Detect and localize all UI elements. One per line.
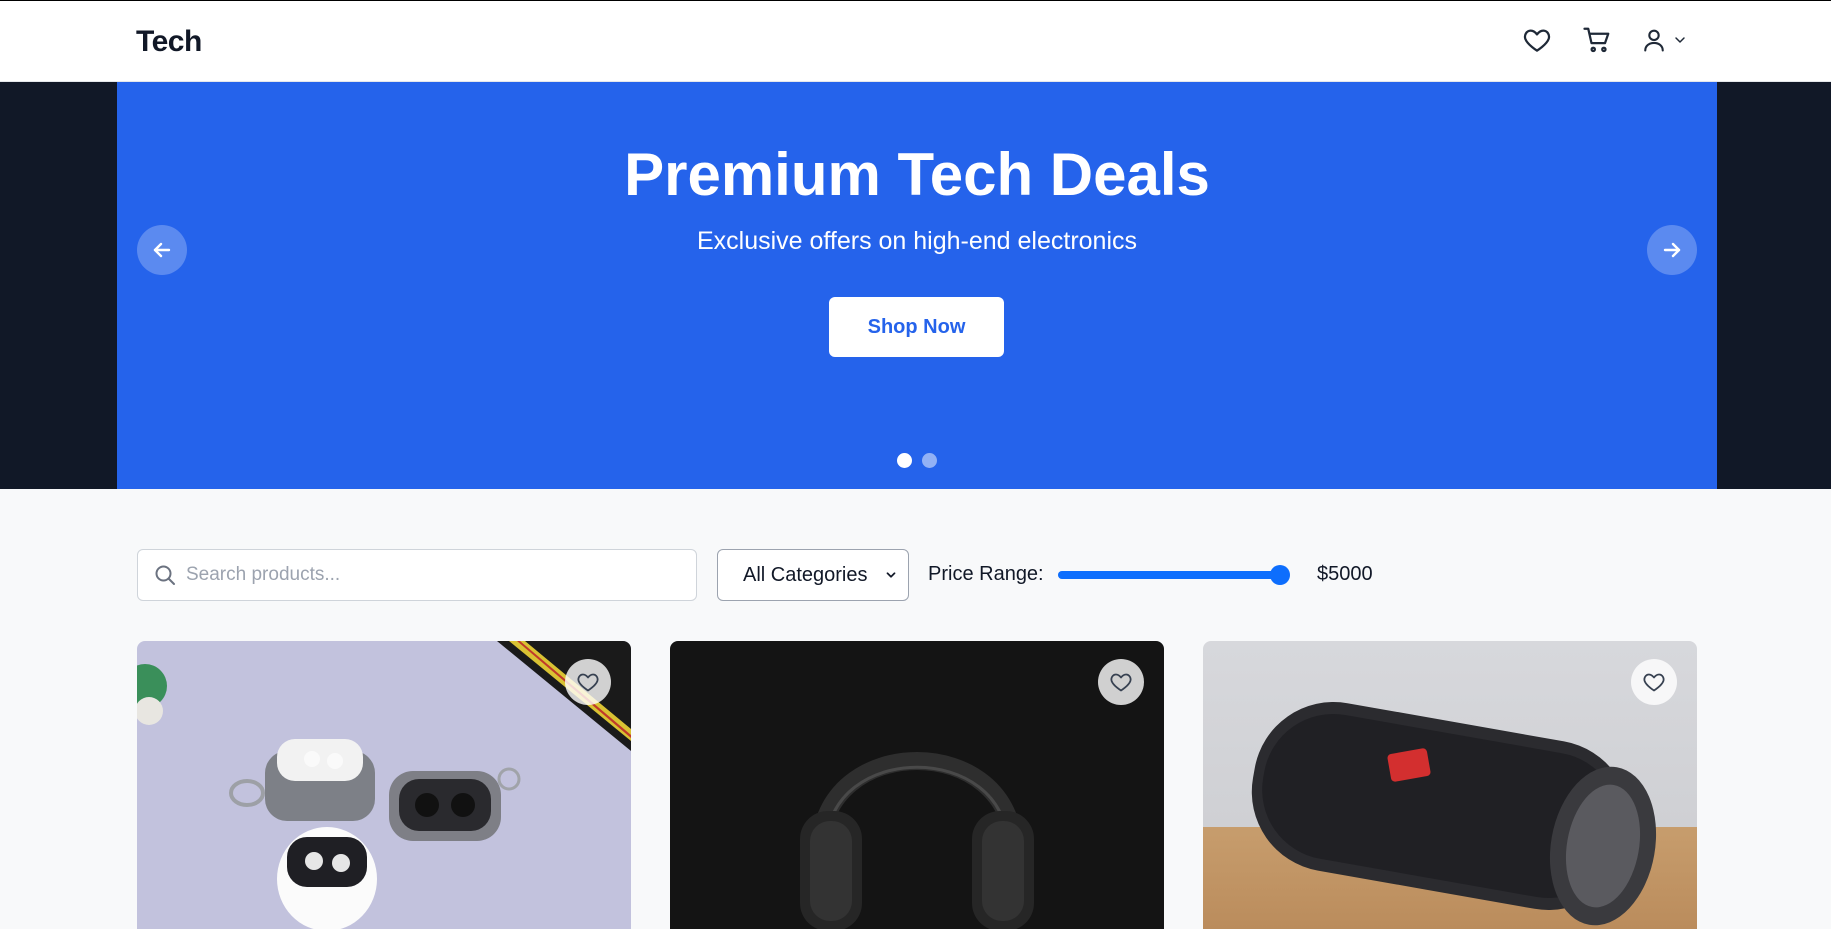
hero-slide: Premium Tech Deals Exclusive offers on h… [117,82,1717,489]
hero-subtitle: Exclusive offers on high-end electronics [696,227,1138,255]
slider-fill [1058,571,1280,579]
heart-icon [1643,673,1665,692]
account-menu-button[interactable] [1640,23,1696,57]
arrow-right-icon [1663,242,1681,258]
speaker-product-image [1251,701,1657,926]
search-icon [155,565,175,585]
user-icon [1644,29,1664,52]
product-card[interactable] [670,641,1164,929]
product-card[interactable] [1203,641,1697,929]
cart-icon [1583,27,1610,53]
heart-icon [1523,29,1551,52]
price-range-label: Price Range: [928,563,1044,585]
slider-thumb[interactable] [1270,565,1290,585]
earbuds-product-image [137,641,631,929]
carousel-prev-button[interactable] [137,225,187,275]
heart-icon [1110,673,1132,692]
shop-now-button[interactable]: Shop Now [829,297,1004,357]
price-range-slider[interactable] [1058,564,1290,586]
carousel-dot-1[interactable] [897,453,912,468]
price-range-value: $5000 [1317,563,1373,585]
carousel-indicators [897,453,937,468]
site-header: Tech [0,1,1831,82]
logo[interactable]: Tech [136,25,202,59]
headphones-product-image [800,752,1034,929]
add-to-wishlist-button[interactable] [1631,659,1677,705]
cart-button[interactable] [1580,23,1614,57]
carousel-next-button[interactable] [1647,225,1697,275]
search-input[interactable] [186,550,686,600]
carousel-dot-2[interactable] [922,453,937,468]
hero-title: Premium Tech Deals [624,141,1210,208]
search-box [137,549,697,601]
wishlist-button[interactable] [1520,23,1554,57]
hero-section: Premium Tech Deals Exclusive offers on h… [0,82,1831,489]
product-card[interactable] [137,641,631,929]
chevron-down-icon [1675,37,1685,43]
arrow-left-icon [153,242,171,258]
category-select-value: All Categories [743,563,868,586]
category-select[interactable]: All Categories [717,549,909,601]
heart-icon [577,673,599,692]
add-to-wishlist-button[interactable] [1098,659,1144,705]
add-to-wishlist-button[interactable] [565,659,611,705]
chevron-down-icon [886,572,896,578]
